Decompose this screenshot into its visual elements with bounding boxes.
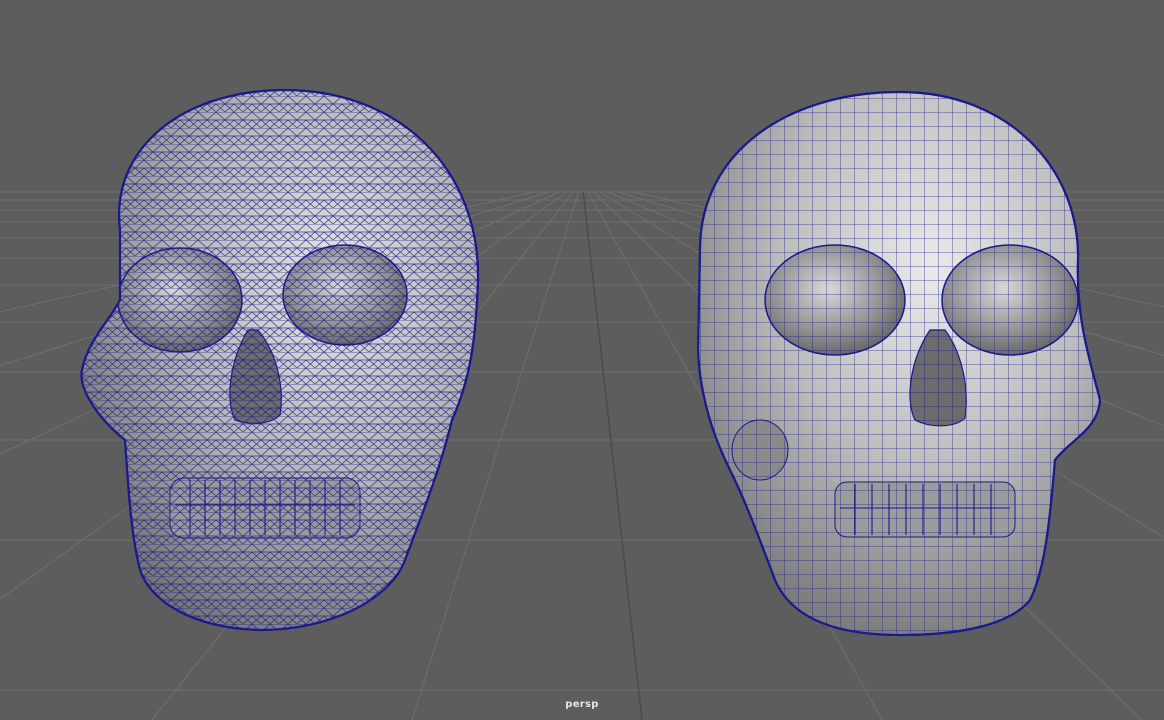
skull-quad-model[interactable] — [690, 80, 1110, 650]
perspective-viewport[interactable]: persp — [0, 0, 1164, 720]
skull-triangulated-model[interactable] — [60, 80, 500, 640]
grid-line-depth — [582, 191, 643, 720]
viewport-canvas[interactable] — [0, 0, 1164, 720]
